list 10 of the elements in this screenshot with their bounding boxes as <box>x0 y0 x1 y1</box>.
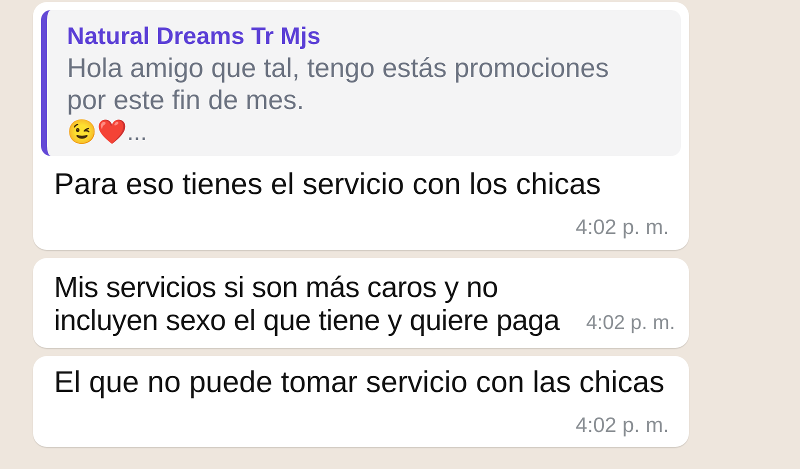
quote-emoji: 😉❤... <box>67 118 148 148</box>
message-text: Para eso tienes el servicio con los chicas <box>53 167 602 202</box>
message-text: Mis servicios si son más caros y no incluyen sexo el que tiene y quiere paga <box>54 272 561 338</box>
message-time: 4:02 p. m. <box>586 310 676 336</box>
quote-text: Hola amigo que tal, tengo estás promociones por este fin de mes. <box>67 52 610 116</box>
quoted-message[interactable]: Natural Dreams Tr Mjs Hola amigo que tal, tengo estás promociones por este fin de mes. 😉❤... <box>41 10 681 156</box>
message-text: El que no puede tomar servicio con las chicas <box>53 364 666 400</box>
message-time: 4:02 p. m. <box>576 412 670 438</box>
quote-author: Natural Dreams Tr Mjs <box>67 22 322 52</box>
message-time: 4:02 p. m. <box>576 215 670 241</box>
